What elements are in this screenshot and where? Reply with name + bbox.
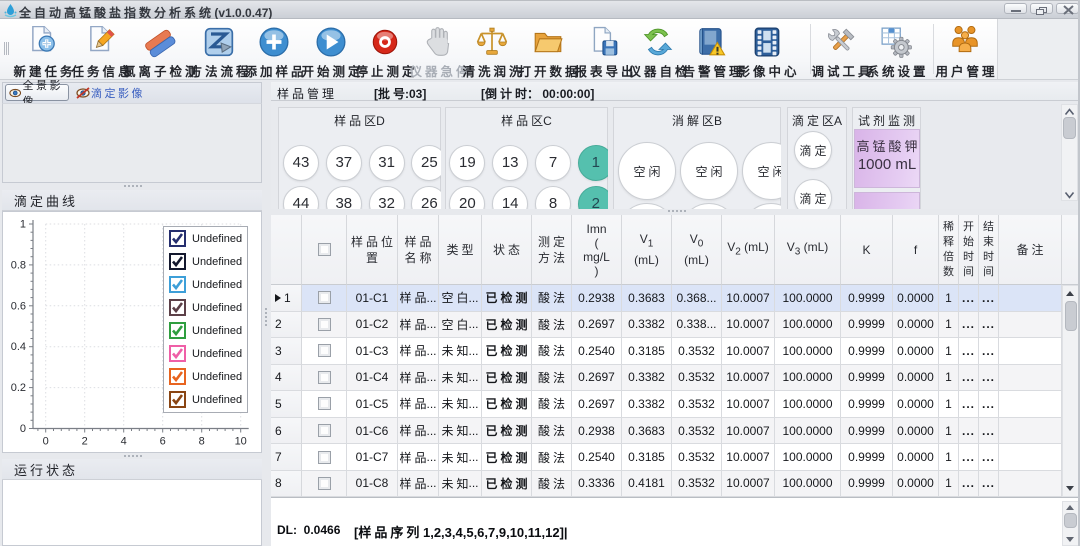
svg-text:2: 2 <box>82 436 88 448</box>
svg-text:0.2: 0.2 <box>11 382 26 394</box>
svg-text:4: 4 <box>121 436 127 448</box>
svg-text:0.8: 0.8 <box>11 259 26 271</box>
svg-text:10: 10 <box>235 436 247 448</box>
svg-text:0: 0 <box>43 436 49 448</box>
svg-text:0.6: 0.6 <box>11 300 26 312</box>
svg-text:1: 1 <box>20 219 26 231</box>
svg-text:6: 6 <box>160 436 166 448</box>
svg-text:0.4: 0.4 <box>11 341 26 353</box>
svg-text:8: 8 <box>199 436 205 448</box>
svg-text:0: 0 <box>20 423 26 435</box>
